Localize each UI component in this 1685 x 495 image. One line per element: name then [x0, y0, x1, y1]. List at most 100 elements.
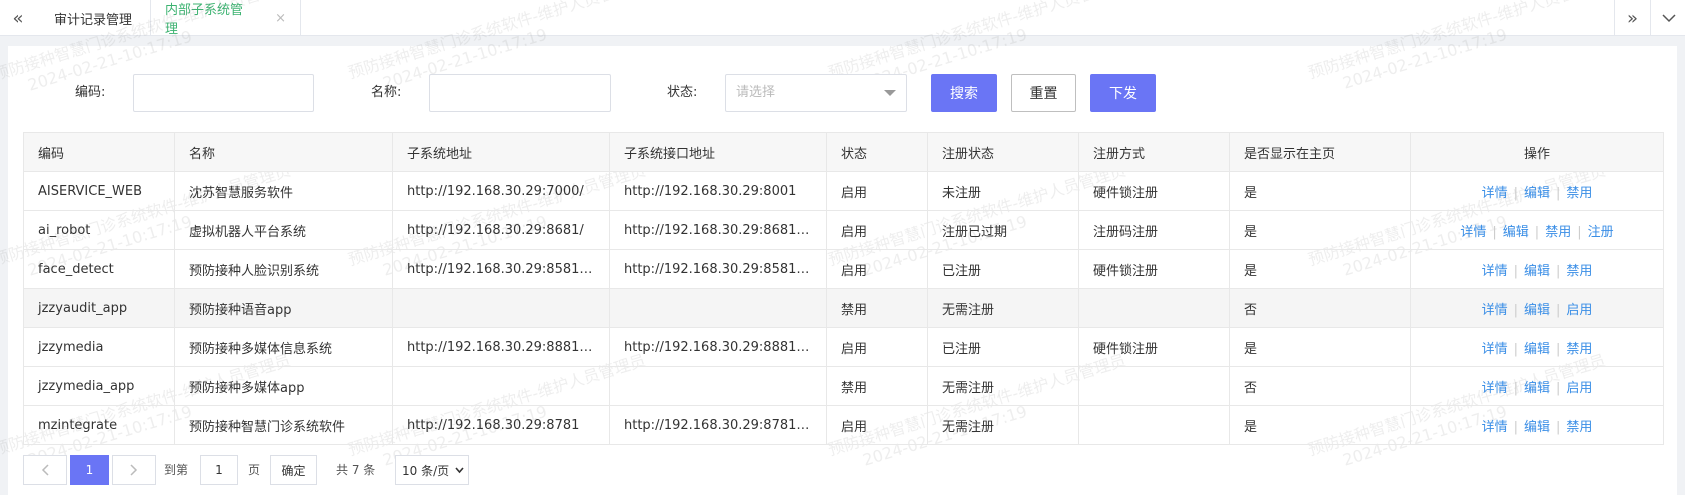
detail-link[interactable]: 详情 [1482, 342, 1508, 357]
cell-name: 预防接种智慧门诊系统软件 [174, 405, 393, 445]
cell-code: jzzymedia_app [23, 366, 175, 406]
cell-name: 虚拟机器人平台系统 [174, 210, 393, 250]
subsystem-table: 编码 名称 子系统地址 子系统接口地址 状态 注册状态 注册方式 是否显示在主页… [23, 132, 1664, 445]
cell-status: 启用 [826, 327, 928, 367]
table-row: AISERVICE_WEB 沈苏智慧服务软件 http://192.168.30… [23, 171, 1664, 211]
search-button[interactable]: 搜索 [931, 74, 997, 112]
separator: | [1556, 302, 1561, 318]
cell-actions: 详情 | 编辑 | 禁用 [1410, 171, 1664, 211]
detail-link[interactable]: 详情 [1482, 264, 1508, 279]
confirm-goto-button[interactable]: 确定 [270, 455, 317, 485]
col-header-actions: 操作 [1410, 132, 1664, 172]
col-header-reg-status[interactable]: 注册状态 [927, 132, 1079, 172]
cell-name: 预防接种多媒体app [174, 366, 393, 406]
page-number-button[interactable]: 1 [70, 455, 109, 485]
detail-link[interactable]: 详情 [1482, 303, 1508, 318]
enable-link[interactable]: 启用 [1566, 381, 1592, 396]
separator: | [1513, 341, 1518, 357]
disable-link[interactable]: 禁用 [1566, 420, 1592, 435]
prev-page-button[interactable] [23, 455, 67, 485]
code-filter-input[interactable] [133, 74, 314, 112]
name-filter-label: 名称: [371, 85, 402, 100]
double-chevron-left-icon[interactable]: « [0, 0, 36, 36]
cell-show-home: 是 [1229, 249, 1411, 289]
edit-link[interactable]: 编辑 [1524, 381, 1550, 396]
chevron-left-icon [41, 464, 49, 476]
col-header-code[interactable]: 编码 [23, 132, 175, 172]
tab-internal-subsystems[interactable]: 内部子系统管理 × [151, 0, 301, 37]
separator: | [1534, 224, 1540, 240]
edit-link[interactable]: 编辑 [1524, 186, 1550, 201]
tab-audit-records[interactable]: 审计记录管理 [36, 0, 151, 36]
detail-link[interactable]: 详情 [1482, 420, 1508, 435]
separator: | [1513, 302, 1518, 318]
cell-api-address: http://192.168.30.29:8001 [609, 171, 827, 211]
cell-status: 启用 [826, 210, 928, 250]
disable-link[interactable]: 禁用 [1566, 342, 1592, 357]
status-filter-select[interactable]: 请选择 [725, 74, 907, 112]
cell-api-address [609, 288, 827, 328]
cell-actions: 详情 | 编辑 | 启用 [1410, 366, 1664, 406]
total-count: 共 7 条 [336, 463, 376, 477]
name-filter-input[interactable] [429, 74, 611, 112]
separator: | [1577, 224, 1582, 240]
col-header-reg-method[interactable]: 注册方式 [1078, 132, 1230, 172]
double-chevron-right-icon[interactable]: » [1614, 0, 1650, 36]
separator: | [1556, 380, 1561, 396]
register-link[interactable]: 注册 [1588, 225, 1614, 240]
separator: | [1513, 380, 1518, 396]
separator: | [1513, 263, 1518, 279]
goto-page-input[interactable]: 1 [200, 455, 238, 485]
cell-reg-status: 无需注册 [927, 405, 1079, 445]
status-filter-label: 状态: [667, 85, 698, 100]
page-unit-label: 页 [248, 463, 261, 477]
cell-status: 启用 [826, 405, 928, 445]
edit-link[interactable]: 编辑 [1524, 420, 1550, 435]
col-header-name[interactable]: 名称 [174, 132, 393, 172]
cell-code: jzzyaudit_app [23, 288, 175, 328]
enable-link[interactable]: 启用 [1566, 303, 1592, 318]
status-filter-placeholder: 请选择 [736, 85, 776, 100]
cell-status: 启用 [826, 171, 928, 211]
cell-code: AISERVICE_WEB [23, 171, 175, 211]
edit-link[interactable]: 编辑 [1524, 303, 1550, 318]
detail-link[interactable]: 详情 [1482, 186, 1508, 201]
edit-link[interactable]: 编辑 [1524, 264, 1550, 279]
cell-actions: 详情 | 编辑 | 禁用 [1410, 249, 1664, 289]
detail-link[interactable]: 详情 [1460, 225, 1486, 240]
separator: | [1513, 185, 1518, 201]
disable-link[interactable]: 禁用 [1545, 225, 1571, 240]
col-header-show-home[interactable]: 是否显示在主页 [1229, 132, 1411, 172]
dispatch-button[interactable]: 下发 [1090, 74, 1156, 112]
cell-code: ai_robot [23, 210, 175, 250]
cell-show-home: 是 [1229, 210, 1411, 250]
disable-link[interactable]: 禁用 [1566, 186, 1592, 201]
cell-reg-method: 硬件锁注册 [1078, 171, 1230, 211]
cell-show-home: 是 [1229, 327, 1411, 367]
edit-link[interactable]: 编辑 [1524, 342, 1550, 357]
col-header-api-address[interactable]: 子系统接口地址 [609, 132, 827, 172]
cell-name: 预防接种人脸识别系统 [174, 249, 393, 289]
code-filter-label: 编码: [75, 85, 106, 100]
next-page-button[interactable] [112, 455, 156, 485]
col-header-address[interactable]: 子系统地址 [392, 132, 610, 172]
disable-link[interactable]: 禁用 [1566, 264, 1592, 279]
reset-button[interactable]: 重置 [1011, 74, 1076, 112]
table-row: ai_robot 虚拟机器人平台系统 http://192.168.30.29:… [23, 210, 1664, 250]
close-icon[interactable]: × [275, 11, 286, 26]
cell-actions: 详情 | 编辑 | 禁用 [1410, 405, 1664, 445]
goto-label: 到第 [164, 463, 189, 477]
cell-name: 预防接种多媒体信息系统 [174, 327, 393, 367]
edit-link[interactable]: 编辑 [1503, 225, 1529, 240]
tab-bar: « 审计记录管理 内部子系统管理 × » [0, 0, 1685, 37]
cell-name: 沈苏智慧服务软件 [174, 171, 393, 211]
cell-reg-status: 无需注册 [927, 366, 1079, 406]
detail-link[interactable]: 详情 [1482, 381, 1508, 396]
cell-show-home: 否 [1229, 366, 1411, 406]
separator: | [1556, 341, 1561, 357]
page-size-select[interactable]: 10 条/页 [395, 455, 469, 485]
chevron-down-icon[interactable] [1650, 0, 1685, 36]
cell-api-address: http://192.168.30.29:8781/o... [609, 405, 827, 445]
col-header-status[interactable]: 状态 [826, 132, 928, 172]
cell-reg-method: 硬件锁注册 [1078, 327, 1230, 367]
